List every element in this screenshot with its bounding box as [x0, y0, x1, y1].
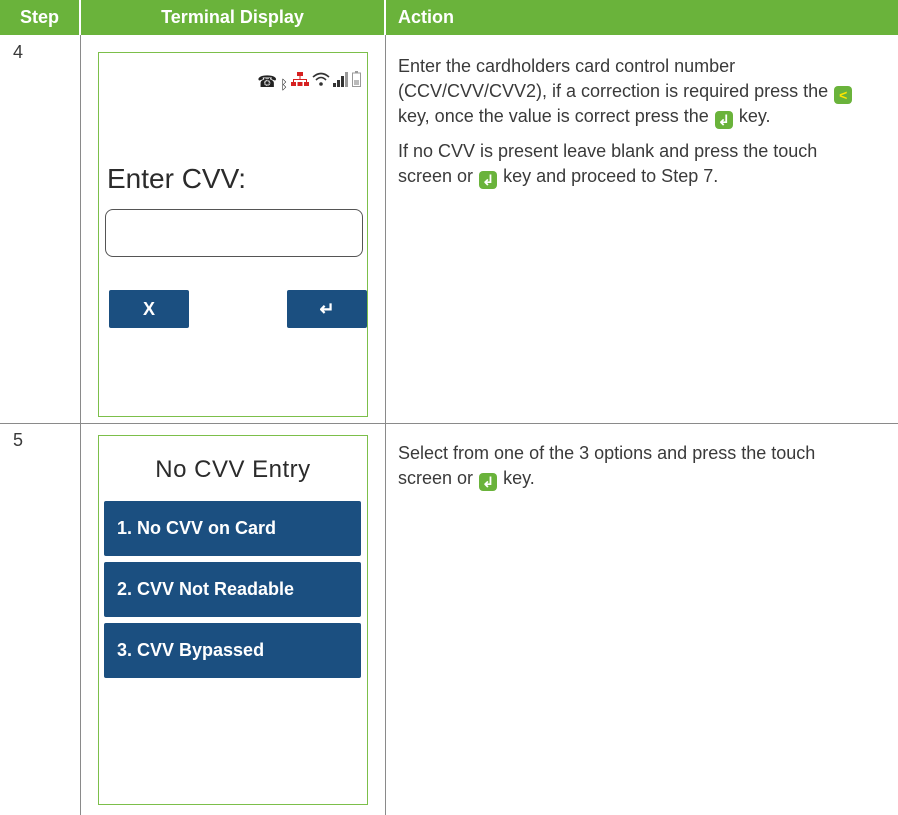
battery-icon: [352, 71, 361, 92]
enter-key-icon: ↲: [714, 111, 733, 129]
cancel-button[interactable]: X: [109, 290, 189, 328]
cvv-prompt: Enter CVV:: [107, 163, 247, 194]
action-text: Select from one of the 3 options and pre…: [398, 443, 816, 488]
wifi-icon: [312, 71, 330, 92]
option-cvv-not-readable[interactable]: 2. CVV Not Readable: [104, 562, 361, 617]
instruction-table: Step Terminal Display Action 4 ☎ ᛒ Enter…: [0, 0, 898, 815]
action-text: key.: [738, 106, 771, 126]
header-action: Action: [386, 0, 898, 35]
step-number: 5: [13, 430, 24, 450]
enter-button[interactable]: ↵: [287, 290, 367, 328]
bluetooth-icon: ᛒ: [280, 77, 288, 92]
option-cvv-bypassed[interactable]: 3. CVV Bypassed: [104, 623, 361, 678]
header-step: Step: [0, 0, 79, 35]
action-paragraph: Enter the cardholders card control numbe…: [398, 54, 868, 129]
header-terminal-display: Terminal Display: [81, 0, 384, 35]
signal-icon: [333, 71, 349, 92]
action-text: key.: [503, 468, 535, 488]
screen-title: No CVV Entry: [155, 456, 311, 483]
option-no-cvv-on-card[interactable]: 1. No CVV on Card: [104, 501, 361, 556]
phone-icon: ☎: [257, 74, 278, 91]
ethernet-icon: [291, 71, 309, 92]
column-divider: [385, 35, 386, 815]
row-divider: [0, 423, 898, 424]
action-text-step-5: Select from one of the 3 options and pre…: [398, 441, 868, 501]
enter-key-icon: ↲: [479, 473, 498, 491]
back-key-icon: <: [834, 86, 853, 104]
action-text: Enter the cardholders card control numbe…: [398, 56, 829, 101]
cvv-input[interactable]: [105, 209, 363, 257]
action-paragraph: Select from one of the 3 options and pre…: [398, 441, 868, 491]
column-divider: [80, 35, 81, 815]
action-text: key, once the value is correct press the: [398, 106, 709, 126]
enter-key-icon: ↲: [479, 171, 498, 189]
status-bar: ☎ ᛒ: [257, 71, 361, 92]
terminal-screen-enter-cvv: ☎ ᛒ Enter CVV: X ↵: [98, 52, 368, 417]
action-text: key and proceed to Step 7.: [503, 166, 719, 186]
terminal-screen-no-cvv-entry: No CVV Entry 1. No CVV on Card 2. CVV No…: [98, 435, 368, 805]
action-text-step-4: Enter the cardholders card control numbe…: [398, 54, 868, 199]
action-paragraph: If no CVV is present leave blank and pre…: [398, 139, 868, 189]
step-number: 4: [13, 42, 24, 62]
